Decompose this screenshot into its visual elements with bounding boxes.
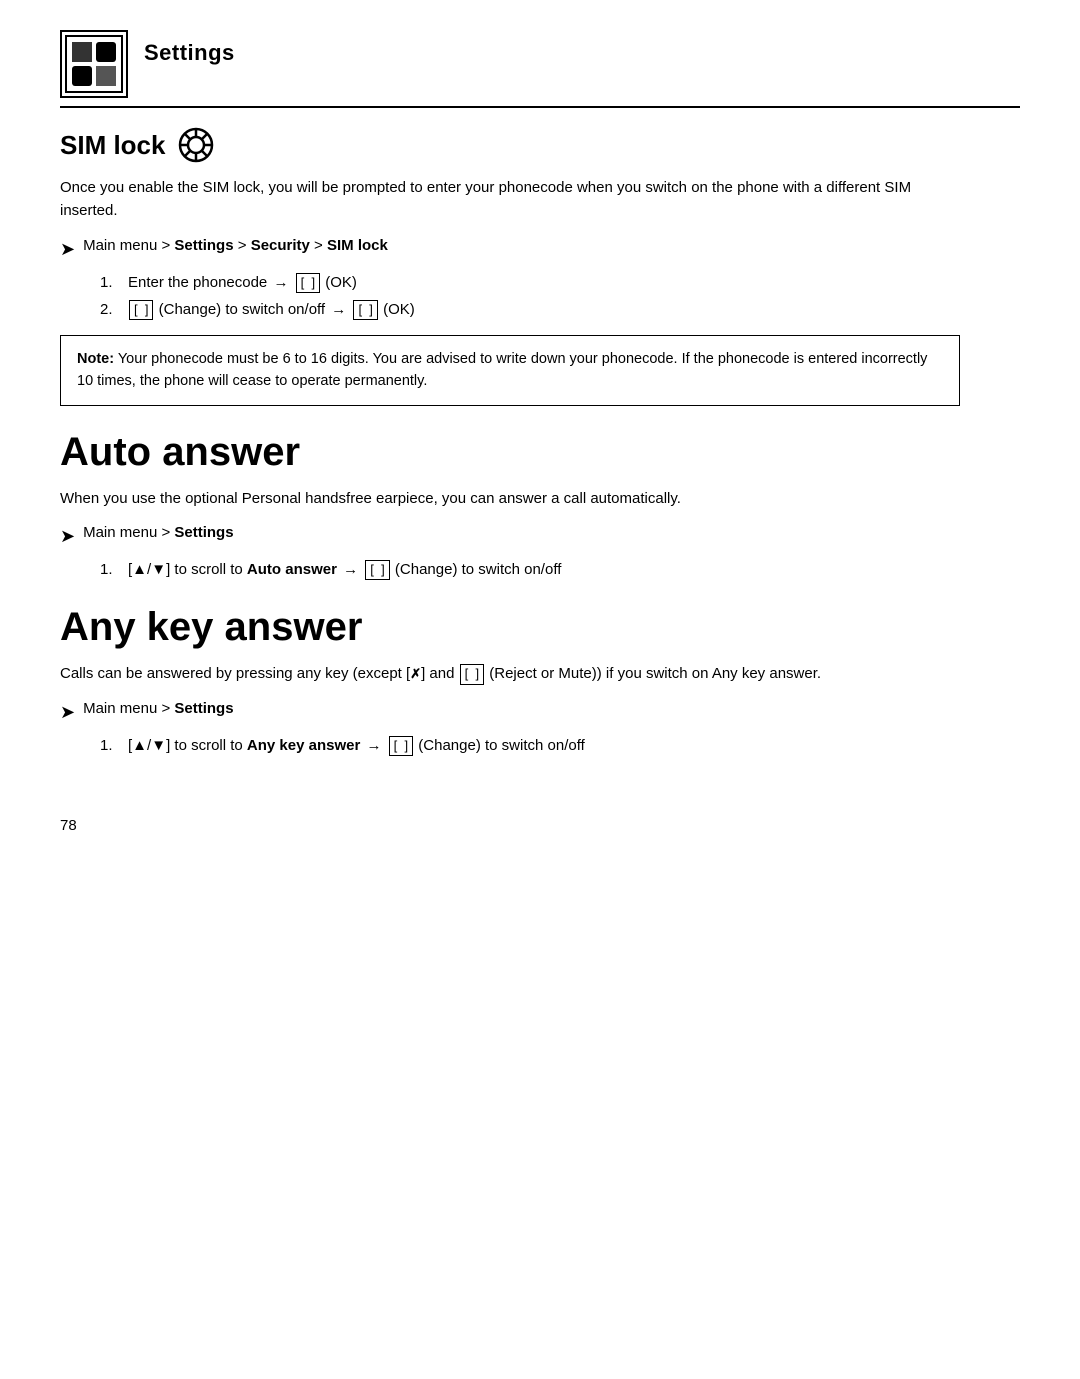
- note-text: Your phonecode must be 6 to 16 digits. Y…: [77, 351, 927, 389]
- sim-lock-nav: ➤ Main menu > Settings > Security > SIM …: [60, 235, 1020, 263]
- nav-arrow-icon: ➤: [60, 699, 75, 726]
- step-number: 1.: [100, 734, 118, 757]
- step-1-text: Enter the phonecode → [ ] (OK): [128, 271, 357, 294]
- note-box: Note: Your phonecode must be 6 to 16 dig…: [60, 335, 960, 406]
- sim-lock-icon: [177, 126, 215, 164]
- auto-answer-nav: ➤ Main menu > Settings: [60, 522, 1020, 550]
- sim-lock-step-1: 1. Enter the phonecode → [ ] (OK): [100, 271, 1020, 294]
- auto-answer-nav-text: Main menu > Settings: [83, 522, 233, 545]
- auto-answer-description: When you use the optional Personal hands…: [60, 487, 960, 510]
- any-key-answer-description: Calls can be answered by pressing any ke…: [60, 662, 960, 685]
- step-number: 1.: [100, 558, 118, 581]
- step-2-text: [ ] (Change) to switch on/off → [ ] (OK): [128, 298, 415, 321]
- page-footer: 78: [60, 817, 1020, 834]
- any-key-answer-step-1: 1. [▲/▼] to scroll to Any key answer → […: [100, 734, 1020, 757]
- auto-answer-steps: 1. [▲/▼] to scroll to Auto answer → [ ] …: [100, 558, 1020, 581]
- auto-answer-heading: Auto answer: [60, 430, 1020, 475]
- note-label: Note:: [77, 351, 114, 367]
- any-key-answer-steps: 1. [▲/▼] to scroll to Any key answer → […: [100, 734, 1020, 757]
- sim-lock-nav-text: Main menu > Settings > Security > SIM lo…: [83, 235, 388, 258]
- step-number: 2.: [100, 298, 118, 321]
- step-number: 1.: [100, 271, 118, 294]
- header-title: Settings: [144, 30, 235, 66]
- sim-lock-heading: SIM lock: [60, 130, 165, 161]
- auto-answer-step-1-text: [▲/▼] to scroll to Auto answer → [ ] (Ch…: [128, 558, 561, 581]
- any-key-answer-nav: ➤ Main menu > Settings: [60, 698, 1020, 726]
- auto-answer-step-1: 1. [▲/▼] to scroll to Auto answer → [ ] …: [100, 558, 1020, 581]
- sim-lock-description: Once you enable the SIM lock, you will b…: [60, 176, 960, 223]
- sim-lock-title-row: SIM lock: [60, 126, 1020, 164]
- nav-arrow-icon: ➤: [60, 523, 75, 550]
- sim-lock-step-2: 2. [ ] (Change) to switch on/off → [ ] (…: [100, 298, 1020, 321]
- sim-lock-steps: 1. Enter the phonecode → [ ] (OK) 2. [ ]…: [100, 271, 1020, 322]
- any-key-answer-heading: Any key answer: [60, 605, 1020, 650]
- settings-icon: [60, 30, 128, 98]
- page-header: Settings: [60, 30, 1020, 108]
- nav-arrow-icon: ➤: [60, 236, 75, 263]
- page-number: 78: [60, 817, 77, 834]
- any-key-answer-step-1-text: [▲/▼] to scroll to Any key answer → [ ] …: [128, 734, 585, 757]
- any-key-answer-nav-text: Main menu > Settings: [83, 698, 233, 721]
